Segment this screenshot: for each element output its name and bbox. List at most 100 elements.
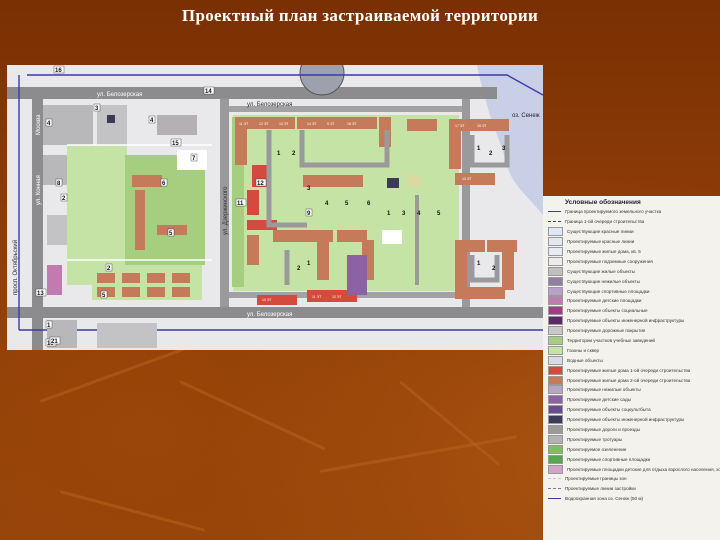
legend-swatch bbox=[548, 306, 563, 316]
legend-item: Проектируемые объекты соцкультбыта bbox=[543, 405, 720, 415]
legend-swatch bbox=[548, 498, 561, 500]
building-code: 11 ЭТ bbox=[239, 122, 249, 126]
legend-item: Граница проектируемого земельного участк… bbox=[543, 207, 720, 217]
legend-item: Газоны и сквер bbox=[543, 345, 720, 355]
street-label: просп. Октябрьский bbox=[12, 240, 19, 295]
legend-label: Существующие красные линии bbox=[567, 229, 634, 235]
block-label: 16 bbox=[55, 68, 62, 74]
legend-swatch bbox=[548, 286, 563, 296]
legend-item: Проектируемые спортивные площадки bbox=[543, 454, 720, 464]
legend-swatch bbox=[548, 316, 563, 326]
legend-label: Проектируемые нежилые объекты bbox=[567, 387, 641, 393]
street-label: ул. Дзержинского bbox=[223, 186, 229, 235]
legend-swatch bbox=[548, 326, 563, 336]
legend-swatch bbox=[548, 345, 563, 355]
legend-item: Существующие красные линии bbox=[543, 227, 720, 237]
legend-label: Проектируемые красные линии bbox=[567, 239, 635, 245]
legend-item: Проектируемые красные линии bbox=[543, 237, 720, 247]
legend-swatch bbox=[548, 237, 563, 247]
legend-label: Проектируемые детские сады bbox=[567, 397, 631, 403]
legend-swatch bbox=[548, 425, 563, 435]
legend-item: Территории участков учебных заведений bbox=[543, 336, 720, 346]
legend-swatch bbox=[548, 478, 561, 480]
legend-item: Проектируемые дороги и проезды bbox=[543, 425, 720, 435]
legend-swatch bbox=[548, 444, 563, 454]
site-plan-map[interactable]: оз. Сенеж ул. Белозерская ул. Белозерска… bbox=[7, 65, 543, 350]
legend-swatch bbox=[548, 211, 561, 213]
building-code: 12 ЭТ bbox=[332, 295, 342, 299]
legend-label: Проектируемые объекты соцкультбыта bbox=[567, 407, 651, 413]
legend-swatch bbox=[548, 336, 563, 346]
legend-swatch bbox=[548, 247, 563, 256]
legend-label: Существующие спортивные площадки bbox=[567, 288, 650, 294]
building-code: 10 ЭТ bbox=[262, 298, 272, 302]
building-code: 17 ЭТ bbox=[455, 124, 465, 128]
building-code: 12 ЭТ bbox=[259, 122, 269, 126]
building-code: 14 ЭТ bbox=[307, 122, 317, 126]
legend-swatch bbox=[548, 385, 563, 395]
legend-swatch bbox=[548, 488, 561, 490]
legend-label: Проектируемые объекты инженерной инфраст… bbox=[567, 318, 685, 324]
block-label: 14 bbox=[205, 89, 212, 95]
block-label: 13 bbox=[37, 291, 44, 297]
legend-label: Граница 1-ой очереди строительства bbox=[565, 219, 645, 225]
building-code: 15 ЭТ bbox=[477, 124, 487, 128]
legend-title: Условные обозначения bbox=[565, 199, 641, 206]
legend-swatch bbox=[548, 375, 563, 385]
legend-label: Проектируемые дорожные покрытия bbox=[567, 328, 646, 334]
legend-swatch bbox=[548, 415, 563, 425]
legend-label: Проектируемые тротуары bbox=[567, 436, 623, 442]
legend-item: Проектируемые жилые дома, кв. 5 bbox=[543, 247, 720, 257]
legend-label: Существующие нежилые объекты bbox=[567, 278, 640, 284]
legend-label: Проектируемые детские площадки bbox=[567, 298, 642, 304]
street-label: Москва bbox=[36, 114, 42, 135]
legend-item: Граница 1-ой очереди строительства bbox=[543, 217, 720, 227]
legend-swatch bbox=[548, 276, 563, 286]
street-label: ул. Белозерская bbox=[247, 312, 292, 318]
water-label: оз. Сенеж bbox=[512, 113, 540, 119]
legend-label: Водоохранная зона оз. Сенеж (50 м) bbox=[565, 496, 644, 502]
legend-item: Водоохранная зона оз. Сенеж (50 м) bbox=[543, 494, 720, 504]
legend-label: Газоны и сквер bbox=[567, 347, 600, 353]
legend-item: Проектируемые жилые дома 2-ой очереди ст… bbox=[543, 375, 720, 385]
legend-label: Территории участков учебных заведений bbox=[567, 338, 655, 344]
legend-item: Проектируемые объекты инженерной инфраст… bbox=[543, 415, 720, 425]
street-label: ул. Конная bbox=[36, 175, 42, 205]
legend-label: Существующие жилые объекты bbox=[567, 268, 635, 274]
legend-swatch bbox=[548, 405, 563, 415]
street-label: ул. Белозерская bbox=[247, 102, 292, 108]
legend-swatch bbox=[548, 454, 563, 464]
legend-label: Проектируемые линии застройки bbox=[565, 486, 636, 492]
legend-label: Проектируемые границы зон bbox=[565, 476, 627, 482]
block-label: 11 bbox=[237, 201, 244, 207]
legend-label: Проектируемые подземные сооружения bbox=[567, 258, 653, 264]
legend-item: Водные объекты bbox=[543, 355, 720, 365]
legend-item: Проектируемое озеленение bbox=[543, 444, 720, 454]
building-code: 9 ЭТ bbox=[327, 122, 335, 126]
legend-swatch bbox=[548, 365, 563, 375]
block-label: 12 bbox=[257, 181, 264, 187]
legend-swatch bbox=[548, 266, 563, 276]
legend-item: Проектируемые подземные сооружения bbox=[543, 256, 720, 266]
legend-label: Проектируемые объекты социальные bbox=[567, 308, 648, 314]
legend-item: Проектируемые площадки детские для отдых… bbox=[543, 464, 720, 474]
legend-item: Существующие жилые объекты bbox=[543, 266, 720, 276]
legend-item: Существующие спортивные площадки bbox=[543, 286, 720, 296]
legend-swatch bbox=[548, 296, 563, 306]
legend-label: Граница проектируемого земельного участк… bbox=[565, 209, 662, 215]
building-code: 11 ЭТ bbox=[312, 295, 322, 299]
legend-swatch bbox=[548, 434, 563, 444]
legend-label: Проектируемые объекты инженерной инфраст… bbox=[567, 417, 685, 423]
legend-label: Проектируемое озеленение bbox=[567, 446, 627, 452]
legend-item: Проектируемые линии застройки bbox=[543, 484, 720, 494]
map-legend: Условные обозначения Граница проектируем… bbox=[543, 196, 720, 540]
legend-item: Проектируемые нежилые объекты bbox=[543, 385, 720, 395]
street-label: ул. Белозерская bbox=[97, 92, 142, 98]
legend-item: Проектируемые тротуары bbox=[543, 434, 720, 444]
legend-swatch bbox=[548, 221, 561, 223]
legend-label: Проектируемые дороги и проезды bbox=[567, 427, 641, 433]
legend-item: Проектируемые объекты инженерной инфраст… bbox=[543, 316, 720, 326]
legend-label: Проектируемые спортивные площадки bbox=[567, 456, 651, 462]
block-label: 15 bbox=[172, 141, 179, 147]
legend-item: Проектируемые жилые дома 1-ой очереди ст… bbox=[543, 365, 720, 375]
